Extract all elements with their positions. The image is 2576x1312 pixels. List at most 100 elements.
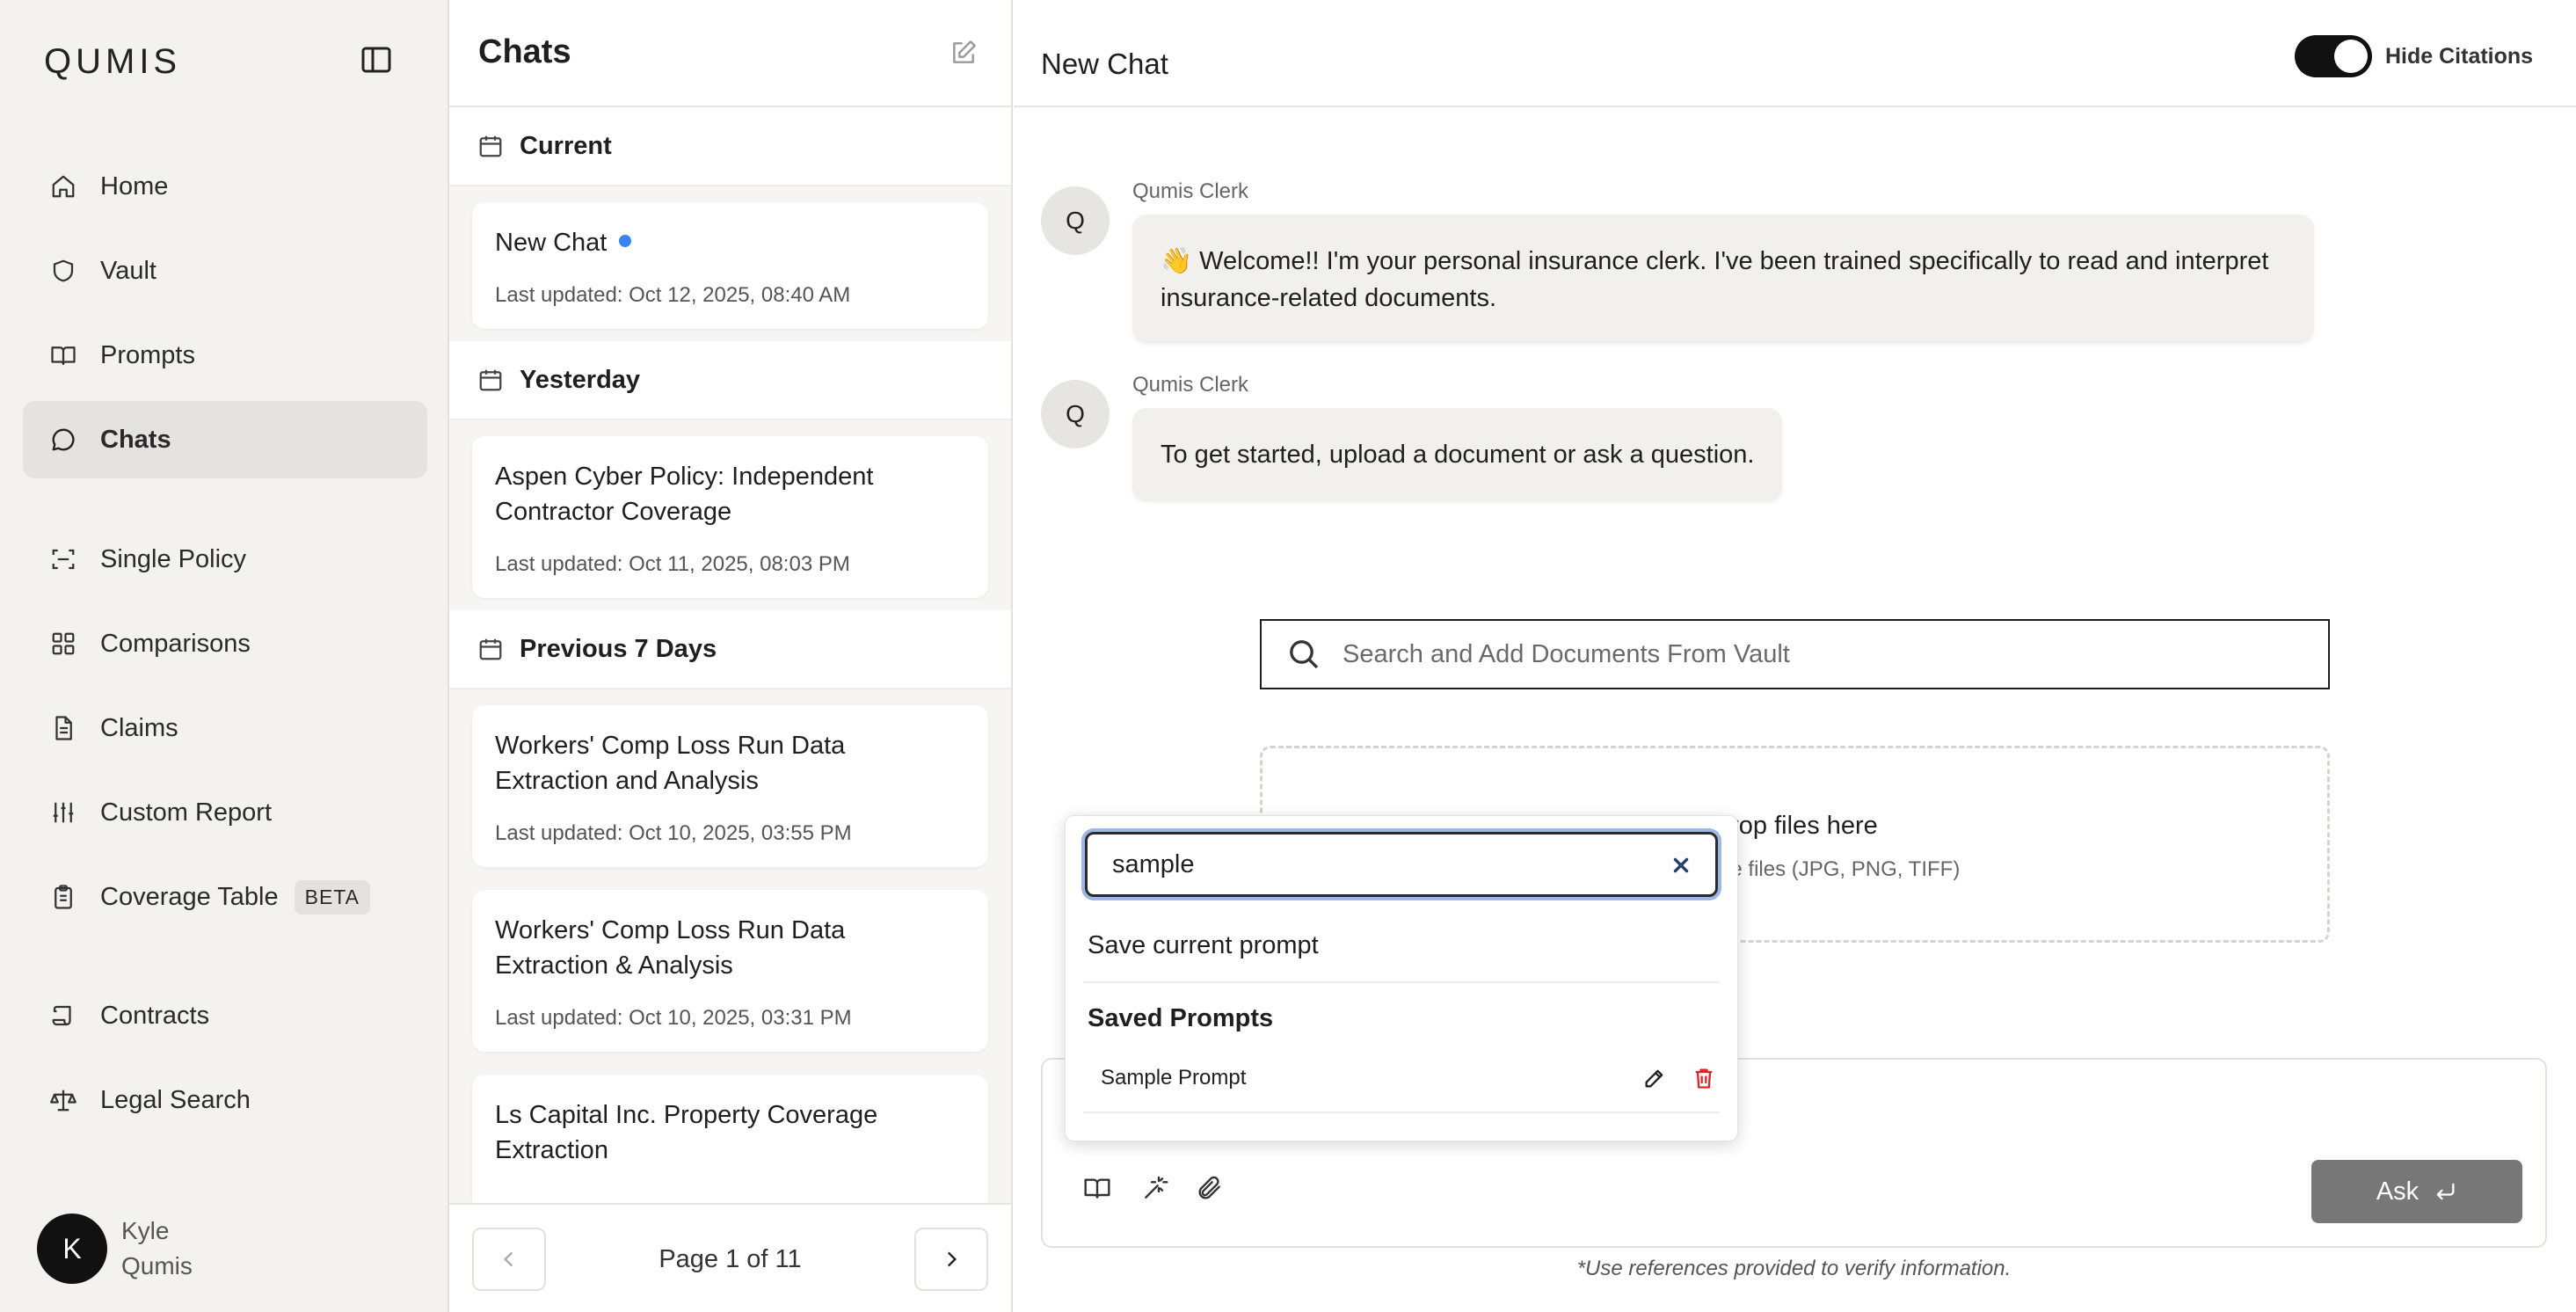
message-line: 👋 Welcome!! I'm your personal insurance … bbox=[1161, 247, 2269, 275]
chat-title: Ls Capital Inc. Property Coverage Extrac… bbox=[495, 1101, 878, 1164]
group-header-current: Current bbox=[449, 107, 1011, 186]
chat-card[interactable]: Workers' Comp Loss Run Data Extraction &… bbox=[472, 890, 988, 1052]
message-sender: Qumis Clerk bbox=[1132, 373, 1249, 397]
message-bubble: To get started, upload a document or ask… bbox=[1132, 408, 1783, 501]
group-list: Aspen Cyber Policy: Independent Contract… bbox=[449, 420, 1011, 610]
sidebar-item-chats[interactable]: Chats bbox=[23, 401, 427, 478]
prompt-search-field[interactable] bbox=[1085, 832, 1718, 897]
search-icon bbox=[1290, 640, 1319, 669]
sidebar-item-single-policy[interactable]: Single Policy bbox=[23, 521, 427, 598]
group-label: Current bbox=[520, 131, 612, 160]
prompt-popover: Save current prompt Saved Prompts Sample… bbox=[1065, 815, 1738, 1141]
group-label: Yesterday bbox=[520, 365, 641, 394]
sidebar-item-coverage-table[interactable]: Coverage Table BETA bbox=[23, 858, 427, 936]
message-bubble: 👋 Welcome!! I'm your personal insurance … bbox=[1132, 215, 2314, 343]
sidebar-item-legal-search[interactable]: Legal Search bbox=[23, 1061, 427, 1139]
user-last-name: Qumis bbox=[121, 1252, 193, 1279]
message-line: insurance-related documents. bbox=[1161, 284, 1497, 312]
group-header-yesterday: Yesterday bbox=[449, 341, 1011, 420]
chat-title: Aspen Cyber Policy: Independent Contract… bbox=[495, 463, 874, 526]
sliders-icon bbox=[49, 798, 77, 827]
group-list: New Chat Last updated: Oct 12, 2025, 08:… bbox=[449, 186, 1011, 341]
edit-icon[interactable] bbox=[1642, 1066, 1667, 1090]
verification-footnote: *Use references provided to verify infor… bbox=[1576, 1257, 2012, 1280]
chat-date: Last updated: Oct 10, 2025, 03:55 PM bbox=[495, 821, 852, 845]
user-first-name: Kyle bbox=[121, 1217, 170, 1244]
qumis-logo: QUMIS bbox=[44, 42, 182, 81]
group-label: Previous 7 Days bbox=[520, 634, 717, 663]
sidebar-item-label: Coverage Table bbox=[100, 882, 279, 911]
unread-dot bbox=[619, 235, 632, 248]
home-icon bbox=[49, 172, 77, 200]
prompt-search-input[interactable] bbox=[1112, 849, 1640, 879]
sidebar-item-home[interactable]: Home bbox=[23, 148, 427, 225]
group-list: Workers' Comp Loss Run Data Extraction a… bbox=[449, 689, 1011, 1217]
beta-badge: BETA bbox=[294, 879, 370, 915]
pagination: Page 1 of 11 bbox=[449, 1203, 1011, 1312]
sidebar-item-label: Comparisons bbox=[100, 629, 251, 658]
chats-title: Chats bbox=[478, 33, 571, 70]
sidebar-item-custom-report[interactable]: Custom Report bbox=[23, 774, 427, 851]
chat-date: Last updated: Oct 11, 2025, 08:03 PM bbox=[495, 552, 850, 576]
clipboard-icon bbox=[49, 883, 77, 911]
avatar: K bbox=[37, 1214, 107, 1284]
calendar-icon bbox=[479, 135, 502, 157]
shield-icon bbox=[49, 257, 77, 285]
prompt-library-icon[interactable] bbox=[1081, 1172, 1113, 1204]
ask-button[interactable]: Ask bbox=[2311, 1160, 2522, 1223]
sidebar-item-label: Chats bbox=[100, 425, 171, 454]
avatar: Q bbox=[1041, 186, 1110, 255]
chat-card[interactable]: Ls Capital Inc. Property Coverage Extrac… bbox=[472, 1075, 988, 1212]
nav-legal: Contracts Legal Search bbox=[23, 977, 427, 1139]
sidebar-item-contracts[interactable]: Contracts bbox=[23, 977, 427, 1054]
vault-search-input[interactable] bbox=[1343, 639, 2310, 669]
paperclip-icon[interactable] bbox=[1194, 1172, 1226, 1204]
nav-tools: Single Policy Comparisons Claims Custom … bbox=[23, 521, 427, 936]
sidebar-toggle-icon[interactable] bbox=[359, 44, 394, 76]
sidebar-item-label: Home bbox=[100, 171, 169, 200]
saved-prompt-item[interactable]: Sample Prompt bbox=[1083, 1046, 1720, 1113]
calendar-icon bbox=[479, 638, 502, 660]
chats-header: Chats bbox=[449, 0, 1011, 107]
sidebar-item-prompts[interactable]: Prompts bbox=[23, 317, 427, 394]
clear-search-icon[interactable] bbox=[1670, 854, 1692, 877]
message-sender: Qumis Clerk bbox=[1132, 179, 1249, 203]
chat-title: Workers' Comp Loss Run Data Extraction &… bbox=[495, 916, 846, 980]
sidebar-item-label: Single Policy bbox=[100, 544, 247, 573]
trash-icon[interactable] bbox=[1692, 1066, 1716, 1090]
chat-card[interactable]: New Chat Last updated: Oct 12, 2025, 08:… bbox=[472, 202, 988, 329]
nav-primary: Home Vault Prompts Chats bbox=[23, 148, 427, 478]
group-header-previous-7-days: Previous 7 Days bbox=[449, 610, 1011, 689]
grid-icon bbox=[49, 630, 77, 658]
sidebar-item-comparisons[interactable]: Comparisons bbox=[23, 605, 427, 682]
chat-title: New Chat bbox=[495, 225, 965, 260]
chat-title: Workers' Comp Loss Run Data Extraction a… bbox=[495, 732, 846, 795]
chat-card[interactable]: Aspen Cyber Policy: Independent Contract… bbox=[472, 436, 988, 598]
sidebar: QUMIS Home Vault Prompts Chats Single Po… bbox=[0, 0, 449, 1312]
user-profile[interactable]: K Kyle Qumis bbox=[37, 1214, 193, 1284]
magic-wand-icon[interactable] bbox=[1139, 1172, 1171, 1204]
scroll-icon bbox=[49, 1002, 77, 1030]
sidebar-item-vault[interactable]: Vault bbox=[23, 232, 427, 310]
hide-citations-toggle[interactable] bbox=[2295, 35, 2372, 77]
chevron-right-icon bbox=[947, 1251, 957, 1267]
sidebar-item-label: Prompts bbox=[100, 340, 195, 369]
vault-search-bar[interactable] bbox=[1260, 619, 2330, 689]
hide-citations-label: Hide Citations bbox=[2385, 44, 2534, 69]
sidebar-item-claims[interactable]: Claims bbox=[23, 689, 427, 767]
scan-icon bbox=[49, 545, 77, 573]
save-current-prompt-button[interactable]: Save current prompt bbox=[1088, 931, 1319, 960]
chat-card[interactable]: Workers' Comp Loss Run Data Extraction a… bbox=[472, 705, 988, 867]
chats-panel: Chats Current New Chat Last updated: Oct… bbox=[449, 0, 1013, 1312]
scale-icon bbox=[49, 1086, 77, 1114]
next-page-button[interactable] bbox=[914, 1228, 988, 1291]
sidebar-item-label: Claims bbox=[100, 713, 178, 742]
ask-label: Ask bbox=[2376, 1177, 2420, 1206]
user-name: Kyle Qumis bbox=[121, 1214, 193, 1284]
chat-header: New Chat Hide Citations bbox=[1014, 0, 2576, 107]
sidebar-item-label: Vault bbox=[100, 256, 156, 285]
sidebar-item-label: Contracts bbox=[100, 1001, 210, 1030]
saved-prompt-label: Sample Prompt bbox=[1101, 1066, 1247, 1090]
sidebar-item-label: Custom Report bbox=[100, 798, 273, 827]
new-chat-icon[interactable] bbox=[950, 39, 978, 67]
